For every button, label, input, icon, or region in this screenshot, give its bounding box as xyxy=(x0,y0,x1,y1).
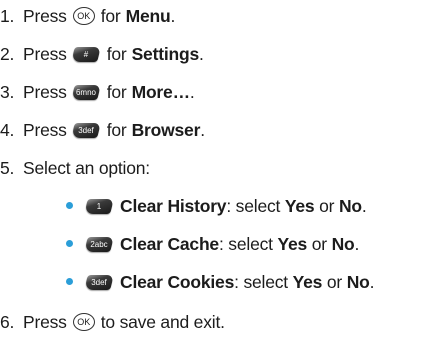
step-punctuation: . xyxy=(189,81,195,102)
two-key-icon: 2abc xyxy=(84,236,114,252)
step-punctuation: . xyxy=(199,43,204,64)
step-2: 2. Press # for Settings. xyxy=(0,42,204,66)
step-number: 3. xyxy=(0,81,15,102)
key-label: 1 xyxy=(96,201,102,211)
key-label: 3def xyxy=(77,125,94,135)
option-punctuation: . xyxy=(361,195,367,216)
key-label: 3def xyxy=(91,277,107,287)
no-label: No xyxy=(331,233,355,254)
more-label: More… xyxy=(131,81,191,102)
step-5: 5. Select an option: xyxy=(0,156,150,180)
step-text: for xyxy=(106,119,127,140)
step-text: Press xyxy=(23,5,67,26)
step-3: 3. Press 6mno for More…. xyxy=(0,80,195,104)
option-text: or xyxy=(307,233,332,254)
option-text: : select xyxy=(234,271,293,292)
option-clear-cookies: 3def Clear Cookies: select Yes or No. xyxy=(66,270,375,294)
three-key-icon: 3def xyxy=(84,274,114,290)
three-key-icon: 3def xyxy=(70,122,101,138)
step-text: for xyxy=(106,43,127,64)
option-clear-cache: 2abc Clear Cache: select Yes or No. xyxy=(66,232,359,256)
step-number: 4. xyxy=(0,119,15,140)
option-name: Clear History xyxy=(120,195,227,216)
step-6: 6. Press OK to save and exit. xyxy=(0,310,225,334)
settings-label: Settings xyxy=(131,43,200,64)
ok-key-icon: OK xyxy=(72,313,95,331)
ok-key-icon: OK xyxy=(72,7,95,25)
option-name: Clear Cookies xyxy=(120,271,235,292)
step-text: to save and exit. xyxy=(100,311,225,332)
step-text: Select an option: xyxy=(23,157,150,178)
step-4: 4. Press 3def for Browser. xyxy=(0,118,205,142)
step-number: 5. xyxy=(0,157,15,178)
option-text: or xyxy=(314,195,339,216)
yes-label: Yes xyxy=(284,195,315,216)
option-clear-history: 1 Clear History: select Yes or No. xyxy=(66,194,367,218)
pound-key-icon: # xyxy=(70,46,101,62)
option-text: or xyxy=(322,271,347,292)
step-1: 1. Press OK for Menu. xyxy=(0,4,175,28)
step-number: 2. xyxy=(0,43,15,64)
step-punctuation: . xyxy=(200,119,205,140)
one-key-icon: 1 xyxy=(84,198,114,214)
step-text: Press xyxy=(23,119,67,140)
bullet-icon xyxy=(66,277,73,285)
browser-label: Browser xyxy=(131,119,201,140)
step-number: 6. xyxy=(0,311,15,332)
no-label: No xyxy=(346,271,370,292)
yes-label: Yes xyxy=(277,233,308,254)
option-punctuation: . xyxy=(354,233,360,254)
step-number: 1. xyxy=(0,5,15,26)
no-label: No xyxy=(338,195,362,216)
key-label: # xyxy=(83,49,88,59)
step-text: Press xyxy=(23,43,67,64)
step-punctuation: . xyxy=(170,5,176,26)
option-text: : select xyxy=(226,195,285,216)
key-label: 6mno xyxy=(75,87,96,97)
option-name: Clear Cache xyxy=(120,233,219,254)
step-text: for xyxy=(106,81,127,102)
six-key-icon: 6mno xyxy=(70,84,101,100)
bullet-icon xyxy=(66,239,73,247)
option-text: : select xyxy=(218,233,278,254)
step-text: Press xyxy=(23,81,67,102)
option-punctuation: . xyxy=(369,271,375,292)
yes-label: Yes xyxy=(292,271,323,292)
bullet-icon xyxy=(66,201,73,209)
key-label: 2abc xyxy=(90,239,108,249)
instruction-document: 1. Press OK for Menu. 2. Press # for Set… xyxy=(0,0,436,357)
step-text: for xyxy=(100,5,121,26)
menu-label: Menu xyxy=(125,5,171,26)
step-text: Press xyxy=(23,311,67,332)
